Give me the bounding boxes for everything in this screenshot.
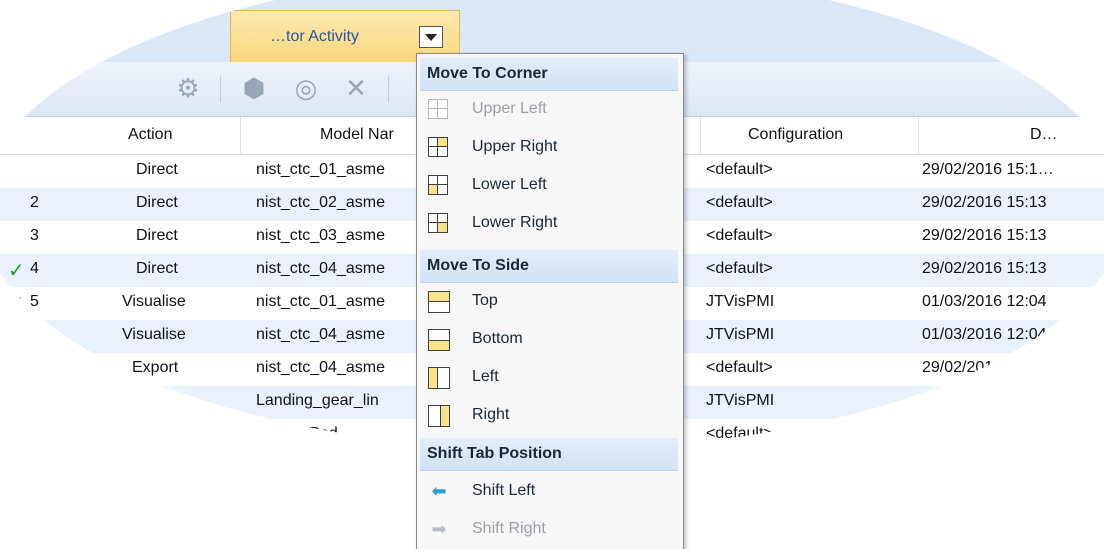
menu-section-label: Move To Corner (427, 65, 548, 82)
check-icon: ✓ (8, 293, 25, 315)
menu-item-left[interactable]: Left (420, 358, 678, 396)
cell-date: 01/03/2016 12:04 (922, 293, 1047, 310)
cell-model-name: nist_ctc_01_asme (256, 161, 385, 178)
menu-item-lower-right[interactable]: Lower Right (420, 204, 678, 242)
lower-right-corner-icon (428, 213, 448, 233)
row-number: 7 (30, 359, 39, 376)
cell-configuration: <default> (706, 194, 773, 211)
tab-activity-label: …tor Activity (270, 28, 359, 45)
menu-item-shift-right[interactable]: ➡ Shift Right (420, 510, 678, 548)
cell-configuration: <default> (706, 425, 773, 442)
cell-date: 29/02/2016 15:13 (922, 194, 1047, 211)
upper-left-corner-icon (428, 99, 448, 119)
menu-item-lower-left[interactable]: Lower Left (420, 166, 678, 204)
menu-section-label: Move To Side (427, 257, 529, 274)
cell-configuration: JTVisPMI (706, 392, 775, 409)
menu-item-label: Lower Left (472, 176, 547, 193)
cell-action: Direct (136, 227, 178, 244)
cell-configuration: <default> (706, 227, 773, 244)
cell-action: Direct (136, 260, 178, 277)
cell-model-name: nist_ctc_04_asme (256, 260, 385, 277)
dock-left-icon (428, 367, 450, 389)
menu-section-move-to-side: Move To Side (420, 250, 678, 283)
cell-date: 29/02/2016 15:13 (922, 260, 1047, 277)
row-number: 2 (30, 194, 39, 211)
chevron-down-icon (425, 33, 437, 41)
cell-action: Visualise (122, 326, 186, 343)
dock-right-icon (428, 405, 450, 427)
cell-date: 01/03/2016 12:04 (922, 326, 1047, 343)
menu-section-shift-tab-position: Shift Tab Position (420, 438, 678, 471)
menu-item-label: Left (472, 368, 499, 385)
upper-right-corner-icon (428, 137, 448, 157)
dock-top-icon (428, 291, 450, 313)
menu-item-label: Bottom (472, 330, 523, 347)
row-number: 5 (30, 293, 39, 310)
refresh-icon[interactable]: ◎ (292, 73, 320, 103)
cell-configuration: <default> (706, 161, 773, 178)
menu-item-label: Upper Right (472, 138, 558, 155)
column-header-configuration[interactable]: Configuration (748, 126, 843, 144)
lower-left-corner-icon (428, 175, 448, 195)
cell-action: Export (132, 425, 179, 442)
check-icon: ✓ (8, 326, 25, 348)
row-number: 3 (30, 227, 39, 244)
menu-item-right[interactable]: Right (420, 396, 678, 434)
menu-item-label: Right (472, 406, 510, 423)
cell-model-name: nist_ctc_02_asme (256, 194, 385, 211)
cell-action: Direct (136, 161, 178, 178)
menu-item-bottom[interactable]: Bottom (420, 320, 678, 358)
cell-model-name: Upper_Rod (256, 425, 338, 442)
cell-date: 01/03/2016 12:04 (922, 392, 1047, 409)
column-divider (240, 117, 241, 154)
cell-action: Visualise (122, 392, 186, 409)
cell-date: 02/03/2016 1… (922, 425, 1032, 442)
dock-bottom-icon (428, 329, 450, 351)
menu-item-label: Top (472, 292, 498, 309)
cell-configuration: JTVisPMI (706, 326, 775, 343)
menu-section-label: Shift Tab Position (427, 445, 562, 462)
stop-icon[interactable]: ⬢ (240, 73, 268, 103)
column-header-model-name[interactable]: Model Nar (320, 126, 394, 144)
cell-date: 29/02/2016 15:13 (922, 227, 1047, 244)
row-number: 4 (30, 260, 39, 277)
cell-model-name: nist_ctc_03_asme (256, 227, 385, 244)
menu-item-label: Shift Right (472, 520, 546, 537)
column-header-date[interactable]: D… (1030, 126, 1058, 144)
cell-action: Direct (136, 194, 178, 211)
arrow-left-icon: ⬅ (431, 481, 447, 501)
menu-item-top[interactable]: Top (420, 282, 678, 320)
arrow-right-icon: ➡ (431, 519, 447, 539)
menu-item-upper-left[interactable]: Upper Left (420, 90, 678, 128)
menu-item-shift-left[interactable]: ⬅ Shift Left (420, 472, 678, 510)
cell-action: Export (132, 359, 179, 376)
close-icon[interactable]: ✕ (342, 73, 370, 103)
menu-item-label: Upper Left (472, 100, 547, 117)
cell-configuration: <default> (706, 359, 773, 376)
cell-date: 29/02/2016 15:1… (922, 161, 1054, 178)
cell-model-name: Landing_gear_lin (256, 392, 379, 409)
tool-icon[interactable]: ⚙ (174, 73, 202, 103)
row-number: 6 (30, 326, 39, 343)
tab-dropdown-button[interactable] (419, 26, 443, 48)
cell-model-name: nist_ctc_04_asme (256, 359, 385, 376)
menu-section-move-to-corner: Move To Corner (420, 58, 678, 91)
menu-item-label: Shift Left (472, 482, 536, 499)
cell-date: 29/02/2016 15:25 (922, 359, 1047, 376)
cell-configuration: JTVisPMI (706, 293, 775, 310)
cell-model-name: nist_ctc_01_asme (256, 293, 385, 310)
column-header-action[interactable]: Action (128, 126, 172, 144)
cell-configuration: <default> (706, 260, 773, 277)
column-divider (918, 117, 919, 154)
menu-item-upper-right[interactable]: Upper Right (420, 128, 678, 166)
cell-action: Visualise (122, 293, 186, 310)
column-divider (700, 117, 701, 154)
cell-model-name: nist_ctc_04_asme (256, 326, 385, 343)
menu-item-label: Lower Right (472, 214, 558, 231)
toolbar-separator (388, 76, 389, 102)
tab-position-menu: Move To Corner Upper Left Upper Right Lo… (416, 53, 684, 549)
check-icon: ✓ (8, 260, 25, 282)
toolbar-separator (220, 76, 221, 102)
